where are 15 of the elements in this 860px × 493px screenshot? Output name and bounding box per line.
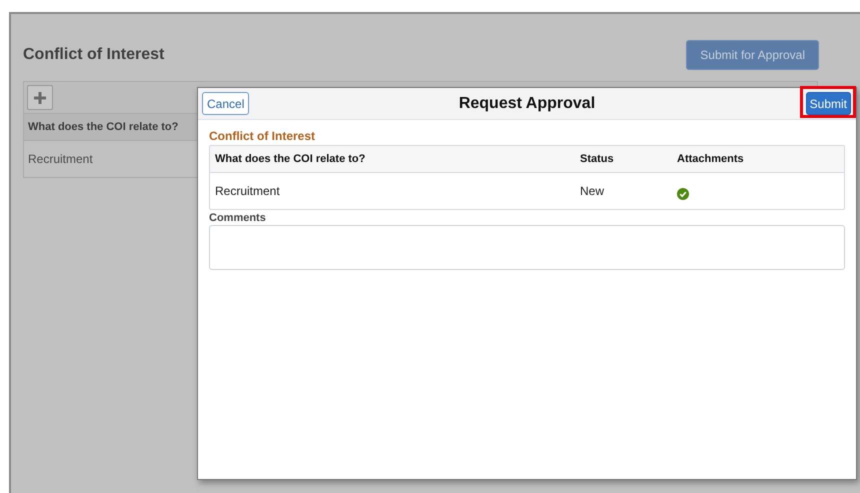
column-header: Status [580, 153, 615, 165]
comments-field[interactable] [209, 225, 845, 270]
add-button[interactable] [27, 85, 53, 110]
table-cell-text: Recruitment [215, 184, 281, 198]
submit-button[interactable]: Submit [806, 92, 851, 115]
section-title: Conflict of Interest [209, 129, 316, 143]
page-title: Conflict of Interest [23, 46, 164, 64]
field-label: Comments [209, 212, 267, 224]
column-header: Attachments [677, 153, 745, 165]
dialog-title: Request Approval [458, 94, 596, 112]
column-header: What does the COI relate to? [215, 153, 366, 165]
cancel-button[interactable]: Cancel [202, 92, 250, 115]
submit-for-approval-button[interactable]: Submit for Approval [686, 40, 819, 70]
plus-icon [33, 90, 47, 104]
table-cell-text: New [580, 184, 606, 198]
